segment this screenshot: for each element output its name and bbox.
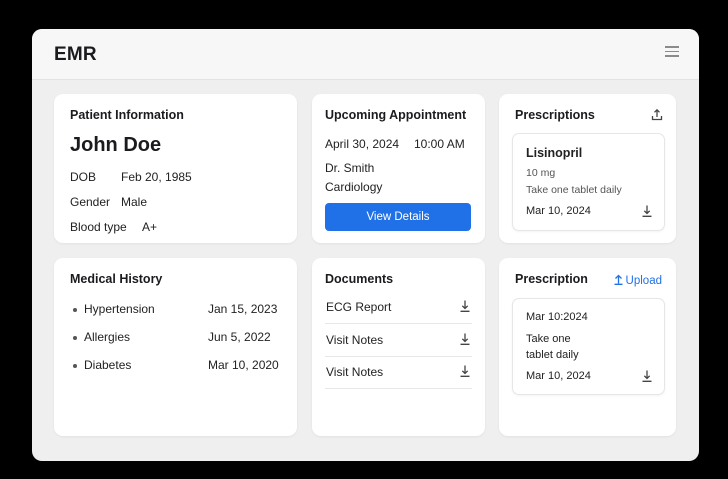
history-condition: Allergies xyxy=(84,330,131,344)
download-icon[interactable] xyxy=(640,204,654,218)
prescription-upload-card: Prescription Upload Mar 10:2024 Take one… xyxy=(499,258,676,436)
gender-value: Male xyxy=(121,195,148,209)
upload-label: Upload xyxy=(625,275,662,287)
document-row[interactable]: ECG Report xyxy=(325,291,472,324)
medical-history-card: Medical History Hypertension Jan 15, 202… xyxy=(54,258,297,436)
prescriptions-heading: Prescriptions xyxy=(515,108,595,122)
download-icon[interactable] xyxy=(640,369,654,383)
document-name: Visit Notes xyxy=(326,365,384,379)
drug-instructions: Take one tablet daily xyxy=(526,184,622,196)
history-date: Jan 15, 2023 xyxy=(208,302,278,316)
history-condition: Hypertension xyxy=(84,302,155,316)
blood-type-value: A+ xyxy=(142,220,158,234)
app-title: EMR xyxy=(54,44,97,65)
appointment-card: Upcoming Appointment April 30, 2024 10:0… xyxy=(312,94,485,243)
medical-history-heading: Medical History xyxy=(70,272,163,286)
history-date: Mar 10, 2020 xyxy=(208,358,279,372)
top-bar: EMR xyxy=(32,29,699,80)
history-date: Jun 5, 2022 xyxy=(208,330,271,344)
document-row[interactable]: Visit Notes xyxy=(325,356,472,389)
prescription-date: Mar 10, 2024 xyxy=(526,205,591,217)
appointment-date: April 30, 2024 xyxy=(325,137,400,151)
bullet-icon xyxy=(73,364,77,368)
patient-info-card: Patient Information John Doe DOB Feb 20,… xyxy=(54,94,297,243)
patient-name: John Doe xyxy=(70,134,162,156)
emr-app-window: EMR Patient Information John Doe DOB Feb… xyxy=(32,29,699,461)
upload-arrow-icon xyxy=(614,274,623,285)
blood-type-label: Blood type xyxy=(70,220,127,234)
dob-label: DOB xyxy=(70,170,97,184)
share-icon[interactable] xyxy=(650,108,664,122)
appointment-department: Cardiology xyxy=(325,180,383,194)
documents-heading: Documents xyxy=(325,272,394,286)
document-name: Visit Notes xyxy=(326,333,384,347)
gender-label: Gender xyxy=(70,195,111,209)
appointment-heading: Upcoming Appointment xyxy=(325,108,467,122)
prescription-instructions-line1: Take one xyxy=(526,333,571,345)
prescription-instructions-line2: tablet daily xyxy=(526,349,579,361)
drug-dose: 10 mg xyxy=(526,167,556,179)
prescription-heading: Prescription xyxy=(515,272,588,286)
drug-name: Lisinopril xyxy=(526,146,583,160)
bullet-icon xyxy=(73,336,77,340)
bullet-icon xyxy=(73,308,77,312)
hamburger-menu-icon[interactable] xyxy=(665,43,679,57)
download-icon[interactable] xyxy=(458,364,472,378)
document-row[interactable]: Visit Notes xyxy=(325,324,472,357)
document-name: ECG Report xyxy=(326,300,392,314)
prescription-date: Mar 10, 2024 xyxy=(526,370,591,382)
prescriptions-card: Prescriptions Lisinopril 10 mg Take one … xyxy=(499,94,676,243)
prescription-item[interactable]: Lisinopril 10 mg Take one tablet daily M… xyxy=(512,133,665,231)
dob-value: Feb 20, 1985 xyxy=(121,170,192,184)
prescription-header: Mar 10:2024 xyxy=(526,311,588,323)
view-details-button[interactable]: View Details xyxy=(325,203,471,231)
upload-link[interactable]: Upload xyxy=(614,274,662,287)
prescription-upload-item[interactable]: Mar 10:2024 Take one tablet daily Mar 10… xyxy=(512,298,665,395)
patient-info-heading: Patient Information xyxy=(70,108,184,122)
history-condition: Diabetes xyxy=(84,358,132,372)
appointment-doctor: Dr. Smith xyxy=(325,161,375,175)
documents-card: Documents ECG Report Visit Notes Visit N… xyxy=(312,258,485,436)
download-icon[interactable] xyxy=(458,332,472,346)
appointment-time: 10:00 AM xyxy=(414,137,465,151)
download-icon[interactable] xyxy=(458,299,472,313)
